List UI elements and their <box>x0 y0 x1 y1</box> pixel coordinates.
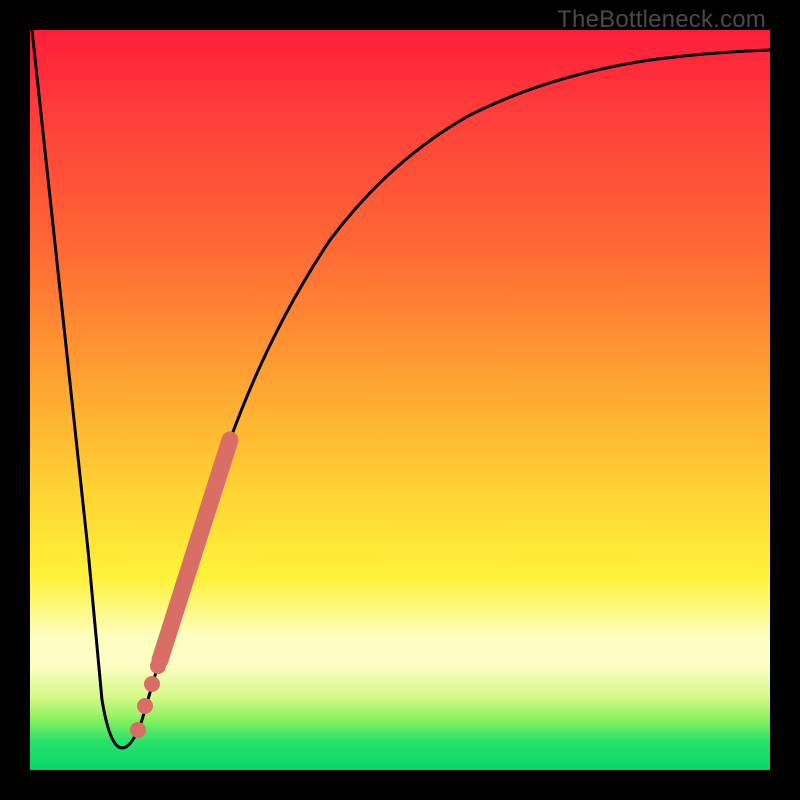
plot-area <box>30 30 770 770</box>
bottleneck-curve <box>30 30 770 770</box>
chart-frame: TheBottleneck.com <box>0 0 800 800</box>
curve-path <box>32 30 770 748</box>
hotspot-segment <box>160 440 230 660</box>
